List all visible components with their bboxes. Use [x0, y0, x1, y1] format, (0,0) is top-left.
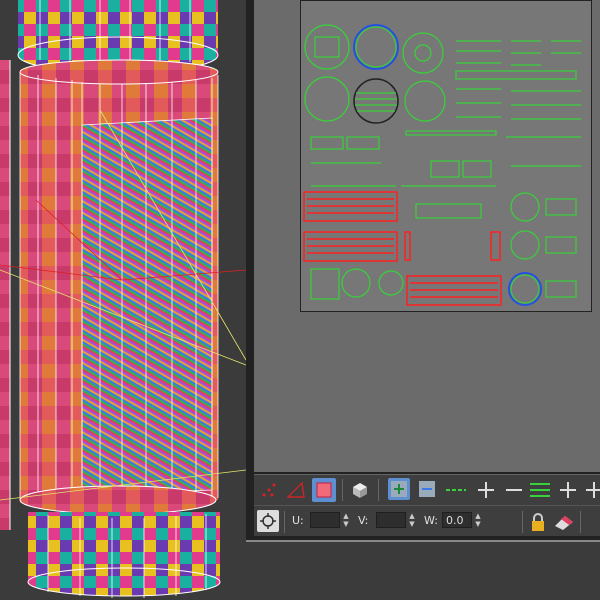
uv-islands [303, 24, 581, 306]
edge-mode-button[interactable] [284, 478, 308, 502]
crosshair-icon [260, 513, 276, 529]
uv-toolbar-selection [254, 474, 600, 505]
u-label: U: [292, 514, 304, 527]
eraser-icon [555, 516, 573, 530]
plus-square-icon [391, 481, 407, 497]
grow-loop-button[interactable] [474, 478, 498, 502]
w-input[interactable]: 0.0 [442, 512, 472, 528]
v-label: V: [358, 514, 369, 527]
plus-icon [478, 482, 494, 498]
face-mode-button[interactable] [312, 478, 336, 502]
cube-icon [353, 483, 367, 498]
minus-square-icon [419, 481, 435, 497]
lines-icon [530, 483, 550, 497]
uv-toolbar-transform: U: ▲ ▼ V: ▲ ▼ W: 0.0 ▲ ▼ [254, 505, 600, 536]
edge-icon [286, 481, 305, 498]
lock-selection-button[interactable] [526, 510, 550, 534]
uv-window-border [246, 540, 600, 542]
u-input[interactable] [310, 512, 340, 528]
vertex-mode-button[interactable] [257, 478, 281, 502]
hide-button[interactable] [552, 510, 576, 534]
vertex-icon [262, 483, 276, 497]
grow-ring-button[interactable] [556, 478, 580, 502]
plus-icon [560, 482, 576, 498]
w-spinner[interactable]: ▲ ▼ [474, 512, 482, 528]
grow-selection-button[interactable] [388, 478, 410, 500]
shrink-loop-button[interactable] [502, 478, 526, 502]
ring-icon [446, 489, 466, 491]
ring-button[interactable] [528, 478, 552, 502]
w-label: W: [424, 514, 438, 527]
shrink-selection-button[interactable] [416, 478, 438, 500]
striped-panel [82, 118, 212, 495]
u-spinner[interactable]: ▲ ▼ [342, 512, 350, 528]
shrink-ring-button[interactable] [582, 478, 600, 502]
minus-icon [506, 489, 522, 491]
plus-green-icon [586, 482, 600, 498]
v-spinner[interactable]: ▲ ▼ [408, 512, 416, 528]
face-icon [316, 482, 332, 498]
v-input[interactable] [376, 512, 406, 528]
side-object [0, 60, 10, 530]
element-mode-button[interactable] [348, 478, 372, 502]
uv-canvas[interactable] [300, 0, 592, 312]
loop-button[interactable] [444, 478, 468, 502]
lock-icon [532, 513, 544, 531]
snap-button[interactable] [257, 510, 279, 532]
